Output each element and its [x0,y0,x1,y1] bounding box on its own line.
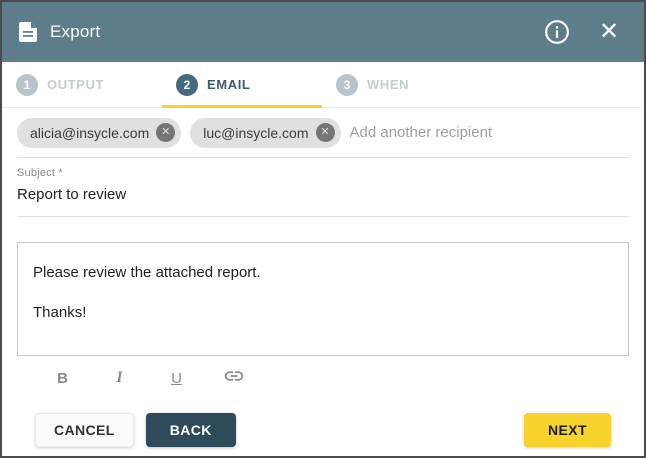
bold-icon: B [57,369,68,387]
dialog-title: Export [50,22,101,41]
underline-icon: U [171,369,182,387]
format-toolbar: B I U [17,356,629,400]
dialog-footer: CANCEL BACK NEXT [17,400,629,447]
step-1-circle: 1 [16,73,38,96]
next-button[interactable]: NEXT [524,413,611,447]
cancel-button[interactable]: CANCEL [35,413,134,447]
dialog-header: Export ✕ [2,2,644,62]
info-icon[interactable] [542,17,572,47]
tab-email[interactable]: 2 EMAIL [162,62,322,108]
subject-field: Subject * [17,158,629,217]
tab-email-label: EMAIL [207,77,251,92]
recipients-field[interactable]: alicia@insycle.com ✕ luc@insycle.com ✕ [17,108,629,158]
add-recipient-input[interactable] [349,124,629,141]
export-dialog: Export ✕ 1 OUTPUT 2 EMAIL 3 WHEN alicia@… [0,0,646,458]
recipient-chip: luc@insycle.com ✕ [190,117,341,148]
recipient-chip: alicia@insycle.com ✕ [17,117,182,148]
close-icon[interactable]: ✕ [594,17,624,47]
recipient-chip-label: alicia@insycle.com [30,124,150,141]
message-body-line: Thanks! [33,304,87,321]
back-button[interactable]: BACK [145,413,236,447]
tab-output-label: OUTPUT [47,77,105,92]
document-icon [19,22,37,42]
italic-button[interactable]: I [91,363,148,393]
remove-recipient-icon[interactable]: ✕ [315,123,335,142]
italic-icon: I [116,369,123,386]
tab-when[interactable]: 3 WHEN [322,62,482,107]
step-tabbar: 1 OUTPUT 2 EMAIL 3 WHEN [2,62,644,108]
tab-output[interactable]: 1 OUTPUT [2,62,162,107]
message-body-line: Please review the attached report. [33,264,261,281]
email-step-content: alicia@insycle.com ✕ luc@insycle.com ✕ S… [2,108,644,447]
link-icon [223,365,245,391]
subject-input[interactable] [17,186,629,203]
remove-recipient-icon[interactable]: ✕ [156,123,176,142]
subject-label: Subject * [17,167,63,179]
step-3-circle: 3 [336,73,358,96]
underline-button[interactable]: U [148,363,205,393]
recipient-chip-label: luc@insycle.com [203,124,309,141]
tab-when-label: WHEN [367,77,410,92]
message-body-editor[interactable]: Please review the attached report. Thank… [17,242,629,356]
link-button[interactable] [205,363,262,393]
bold-button[interactable]: B [34,363,91,393]
step-2-circle: 2 [176,73,198,96]
